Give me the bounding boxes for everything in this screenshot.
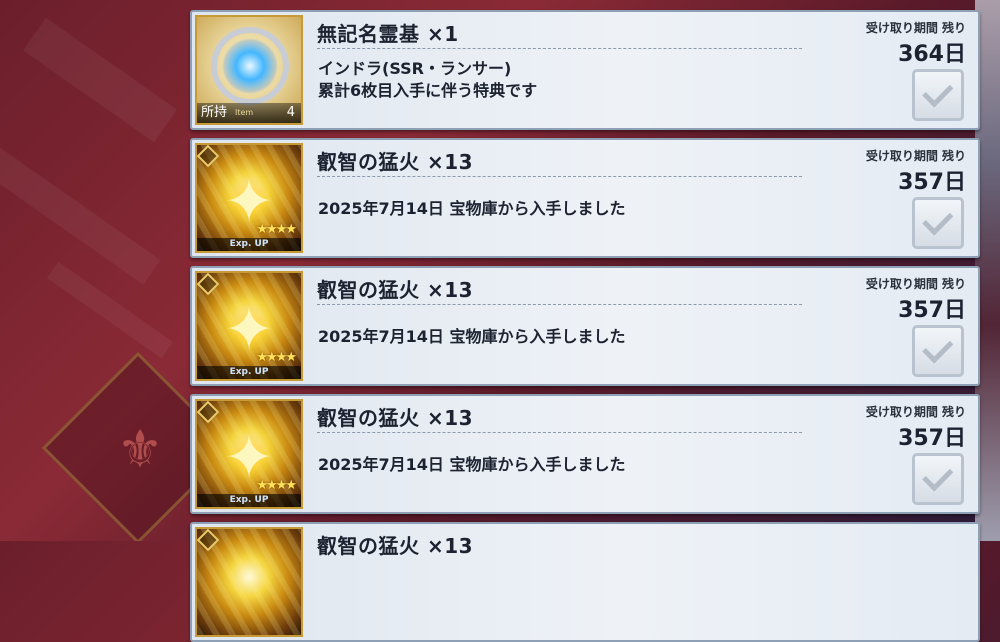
item-name: 叡智の猛火 ×13 bbox=[317, 534, 474, 558]
days-remaining: 357日 bbox=[898, 170, 966, 195]
item-description: インドラ(SSR・ランサー) 累計6枚目入手に伴う特典です bbox=[318, 59, 538, 100]
period-label: 受け取り期間 残り bbox=[865, 21, 966, 35]
rarity-stars: ★★★★ bbox=[256, 350, 297, 365]
ember-card-icon bbox=[195, 527, 303, 637]
period-label: 受け取り期間 残り bbox=[865, 277, 966, 291]
check-icon bbox=[921, 203, 953, 236]
divider bbox=[317, 48, 802, 49]
check-icon bbox=[921, 459, 953, 492]
present-row[interactable]: 所持 Item 4 無記名霊基 ×1 インドラ(SSR・ランサー) 累計6枚目入… bbox=[190, 10, 980, 130]
owned-count: 4 bbox=[286, 105, 295, 120]
item-name: 叡智の猛火 ×13 bbox=[317, 278, 474, 302]
rarity-stars: ★★★★ bbox=[256, 478, 297, 493]
divider bbox=[317, 176, 802, 177]
exp-up-label: Exp. UP bbox=[197, 238, 301, 251]
owned-label: 所持 bbox=[201, 105, 228, 120]
present-row[interactable]: 叡智の猛火 ×13 bbox=[190, 522, 980, 642]
item-description: 2025年7月14日 宝物庫から入手しました bbox=[318, 455, 626, 474]
divider bbox=[317, 304, 802, 305]
days-remaining: 364日 bbox=[898, 42, 966, 67]
item-name: 無記名霊基 ×1 bbox=[317, 22, 459, 46]
check-icon bbox=[921, 331, 953, 364]
present-row[interactable]: ✦ ★★★★ Exp. UP 叡智の猛火 ×13 2025年7月14日 宝物庫か… bbox=[190, 394, 980, 514]
select-checkbox[interactable] bbox=[912, 453, 964, 505]
dial-item-icon: 所持 Item 4 bbox=[195, 15, 303, 125]
exp-up-label: Exp. UP bbox=[197, 366, 301, 379]
ember-card-icon: ✦ ★★★★ Exp. UP bbox=[195, 143, 303, 253]
ember-card-icon: ✦ ★★★★ Exp. UP bbox=[195, 271, 303, 381]
rarity-stars: ★★★★ bbox=[256, 222, 297, 237]
exp-up-label: Exp. UP bbox=[197, 494, 301, 507]
period-label: 受け取り期間 残り bbox=[865, 405, 966, 419]
select-checkbox[interactable] bbox=[912, 197, 964, 249]
owned-sub-label: Item bbox=[235, 108, 254, 117]
select-checkbox[interactable] bbox=[912, 325, 964, 377]
item-name: 叡智の猛火 ×13 bbox=[317, 406, 474, 430]
present-list[interactable]: 所持 Item 4 無記名霊基 ×1 インドラ(SSR・ランサー) 累計6枚目入… bbox=[190, 0, 980, 642]
item-name: 叡智の猛火 ×13 bbox=[317, 150, 474, 174]
select-checkbox[interactable] bbox=[912, 69, 964, 121]
faction-crest-icon: ⚜ bbox=[116, 420, 164, 480]
divider bbox=[317, 432, 802, 433]
present-row[interactable]: ✦ ★★★★ Exp. UP 叡智の猛火 ×13 2025年7月14日 宝物庫か… bbox=[190, 266, 980, 386]
owned-count-bar: 所持 Item 4 bbox=[197, 103, 301, 123]
dial-wheel-icon bbox=[211, 27, 289, 105]
days-remaining: 357日 bbox=[898, 426, 966, 451]
period-label: 受け取り期間 残り bbox=[865, 149, 966, 163]
ember-card-icon: ✦ ★★★★ Exp. UP bbox=[195, 399, 303, 509]
item-description: 2025年7月14日 宝物庫から入手しました bbox=[318, 327, 626, 346]
check-icon bbox=[921, 75, 953, 108]
item-description: 2025年7月14日 宝物庫から入手しました bbox=[318, 199, 626, 218]
present-row[interactable]: ✦ ★★★★ Exp. UP 叡智の猛火 ×13 2025年7月14日 宝物庫か… bbox=[190, 138, 980, 258]
days-remaining: 357日 bbox=[898, 298, 966, 323]
